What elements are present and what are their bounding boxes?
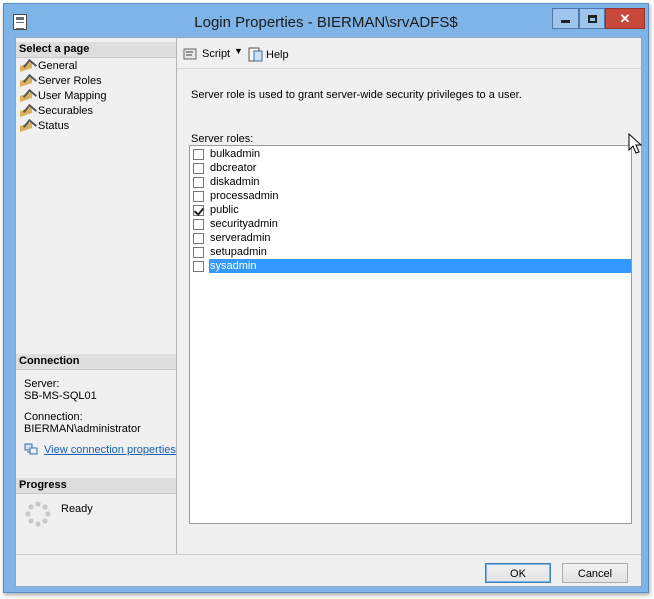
select-page-header: Select a page (16, 42, 176, 58)
page-wrench-icon (20, 73, 38, 88)
server-label: Server: (24, 378, 60, 390)
role-checkbox[interactable] (193, 176, 204, 188)
title-bar[interactable]: Login Properties - BIERMAN\srvADFS$ ✕ (4, 4, 648, 38)
role-row-public[interactable]: public (190, 203, 631, 217)
toolbar: Script ▼ Help (177, 38, 641, 69)
server-value: SB-MS-SQL01 (24, 390, 97, 402)
role-label: securityadmin (210, 218, 278, 230)
role-checkbox[interactable] (193, 162, 204, 174)
help-icon (248, 47, 263, 62)
cancel-button[interactable]: Cancel (562, 563, 628, 583)
dialog-client-area: Select a page General Server Roles User … (15, 37, 643, 587)
role-checkbox[interactable] (193, 232, 204, 244)
script-label: Script (202, 48, 231, 60)
role-checkbox[interactable] (193, 190, 204, 202)
left-pane: Select a page General Server Roles User … (16, 38, 177, 554)
script-dropdown-button[interactable]: ▼ (234, 46, 243, 56)
chevron-down-icon: ▼ (234, 46, 243, 56)
login-properties-window: Login Properties - BIERMAN\srvADFS$ ✕ Se… (3, 3, 649, 593)
server-roles-list[interactable]: bulkadmin dbcreator diskadmin processadm… (189, 145, 632, 524)
role-label: setupadmin (210, 246, 267, 258)
close-icon: ✕ (619, 10, 631, 26)
connection-properties-icon[interactable] (24, 443, 38, 455)
nav-item-label: Securables (38, 105, 94, 117)
role-label: serveradmin (210, 232, 271, 244)
script-button[interactable]: Script (183, 47, 230, 61)
nav-item-server-roles[interactable]: Server Roles (20, 73, 102, 89)
ok-button[interactable]: OK (485, 563, 551, 583)
nav-item-label: User Mapping (38, 90, 107, 102)
role-row-sysadmin[interactable]: sysadmin (190, 259, 631, 273)
connection-header: Connection (16, 354, 176, 370)
role-row-serveradmin[interactable]: serveradmin (190, 231, 631, 245)
role-checkbox[interactable] (193, 148, 204, 160)
role-label: public (210, 204, 239, 216)
right-pane: Script ▼ Help Server role is used to gra… (177, 38, 643, 554)
page-wrench-icon (20, 118, 38, 133)
progress-spinner-icon (25, 501, 51, 527)
script-icon (183, 48, 197, 60)
progress-status: Ready (61, 503, 93, 515)
help-button[interactable]: Help (248, 47, 289, 62)
role-row-securityadmin[interactable]: securityadmin (190, 217, 631, 231)
page-wrench-icon (20, 103, 38, 118)
role-row-diskadmin[interactable]: diskadmin (190, 175, 631, 189)
role-row-dbcreator[interactable]: dbcreator (190, 161, 631, 175)
nav-item-general[interactable]: General (20, 58, 78, 74)
role-label: bulkadmin (210, 148, 261, 160)
role-row-bulkadmin[interactable]: bulkadmin (190, 147, 631, 161)
nav-item-status[interactable]: Status (20, 118, 70, 134)
maximize-button[interactable] (579, 8, 605, 29)
role-label: processadmin (210, 190, 279, 202)
nav-item-label: Status (38, 120, 70, 132)
role-checkbox[interactable] (193, 246, 204, 258)
mouse-cursor-icon (628, 133, 643, 154)
nav-item-label: Server Roles (38, 75, 102, 87)
connection-value: BIERMAN\administrator (24, 423, 141, 435)
role-label: sysadmin (209, 259, 631, 273)
role-checkbox-checked[interactable] (193, 204, 204, 216)
dialog-button-bar: OK Cancel (16, 554, 641, 586)
page-wrench-icon (20, 58, 38, 73)
role-row-processadmin[interactable]: processadmin (190, 189, 631, 203)
nav-item-label: General (38, 60, 78, 72)
role-label: diskadmin (210, 176, 260, 188)
role-checkbox[interactable] (193, 218, 204, 230)
role-row-setupadmin[interactable]: setupadmin (190, 245, 631, 259)
progress-header: Progress (16, 478, 176, 494)
close-button[interactable]: ✕ (605, 8, 645, 29)
role-checkbox[interactable] (193, 260, 204, 272)
nav-item-securables[interactable]: Securables (20, 103, 94, 119)
nav-item-user-mapping[interactable]: User Mapping (20, 88, 107, 104)
minimize-button[interactable] (552, 8, 579, 29)
maximize-icon (587, 14, 597, 23)
help-label: Help (266, 48, 289, 61)
page-wrench-icon (20, 88, 38, 103)
minimize-icon (561, 20, 570, 23)
view-connection-properties-link[interactable]: View connection properties (44, 444, 176, 456)
server-roles-label: Server roles: (191, 133, 254, 145)
server-role-description: Server role is used to grant server-wide… (191, 89, 522, 101)
role-label: dbcreator (210, 162, 257, 174)
connection-label: Connection: (24, 411, 83, 423)
